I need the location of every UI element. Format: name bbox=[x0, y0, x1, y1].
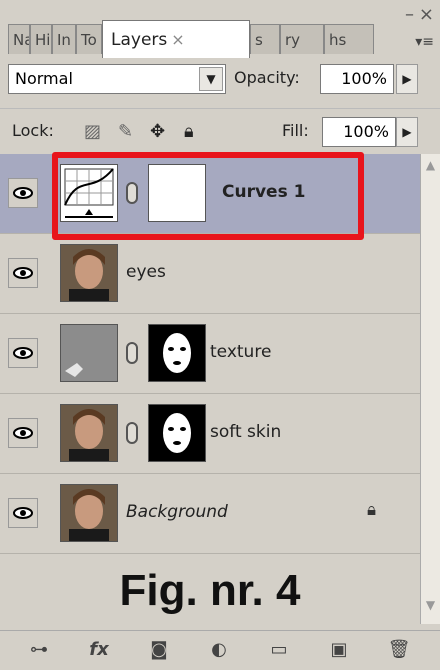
lock-all-icon[interactable]: 🔒︎ bbox=[184, 121, 194, 142]
layer-row-background[interactable]: Background 🔒︎ bbox=[0, 474, 420, 554]
add-mask-icon[interactable]: ◙ bbox=[144, 637, 174, 663]
tab-paths[interactable]: hs bbox=[324, 24, 374, 54]
lock-transparency-icon[interactable]: ▨ bbox=[84, 121, 101, 142]
link-layers-icon[interactable]: ⊶ bbox=[24, 637, 54, 663]
lock-position-icon[interactable]: ✥ bbox=[150, 121, 165, 142]
layer-row-soft-skin[interactable]: soft skin bbox=[0, 394, 420, 474]
scrollbar[interactable]: ▲ ▼ bbox=[420, 154, 440, 624]
lock-label: Lock: bbox=[12, 121, 54, 140]
minimize-icon[interactable]: – bbox=[405, 4, 414, 25]
tab-channels[interactable]: s bbox=[250, 24, 280, 54]
tab-navigator[interactable]: Na bbox=[8, 24, 30, 54]
tab-histogram[interactable]: Hi bbox=[30, 24, 52, 54]
folder-icon[interactable]: ▭ bbox=[264, 637, 294, 663]
photo-thumbnail bbox=[60, 244, 118, 302]
scroll-up-icon[interactable]: ▲ bbox=[421, 158, 440, 180]
scroll-down-icon[interactable]: ▼ bbox=[421, 598, 440, 620]
blend-row: Normal ▼ Opacity: 100% ▶ bbox=[0, 58, 440, 108]
layer-mask-thumbnail[interactable] bbox=[148, 404, 206, 462]
panel-menu-icon[interactable]: ▾≡ bbox=[415, 34, 434, 50]
layer-row-texture[interactable]: texture bbox=[0, 314, 420, 394]
fill-slider-button[interactable]: ▶ bbox=[396, 117, 418, 147]
layers-toolbar: ⊶ fx ◙ ◐ ▭ ▣ 🗑︎ bbox=[0, 630, 440, 670]
fill-field[interactable]: 100% bbox=[322, 117, 396, 147]
eye-icon[interactable] bbox=[8, 498, 38, 528]
adjustment-layer-icon[interactable]: ◐ bbox=[204, 637, 234, 663]
trash-icon[interactable]: 🗑︎ bbox=[384, 637, 414, 663]
photo-thumbnail bbox=[60, 404, 118, 462]
layer-mask-thumbnail[interactable] bbox=[148, 324, 206, 382]
link-chain-icon[interactable] bbox=[126, 342, 138, 364]
texture-thumbnail bbox=[60, 324, 118, 382]
highlight-frame bbox=[52, 152, 364, 240]
link-chain-icon[interactable] bbox=[126, 422, 138, 444]
eye-icon[interactable] bbox=[8, 338, 38, 368]
layer-name[interactable]: soft skin bbox=[210, 422, 281, 442]
layer-name[interactable]: texture bbox=[210, 342, 271, 362]
eye-icon[interactable] bbox=[8, 258, 38, 288]
blend-mode-select[interactable]: Normal ▼ bbox=[8, 64, 226, 94]
fx-icon[interactable]: fx bbox=[84, 637, 114, 663]
eye-icon[interactable] bbox=[8, 178, 38, 208]
lock-row: Lock: ▨ ✎ ✥ 🔒︎ Fill: 100% ▶ bbox=[0, 108, 440, 155]
eye-icon[interactable] bbox=[8, 418, 38, 448]
close-tab-icon[interactable]: × bbox=[171, 30, 184, 49]
tab-tool-presets[interactable]: To bbox=[76, 24, 102, 54]
layers-panel: – × Na Hi In To Layers× s ry hs ▾≡ Norma… bbox=[0, 0, 440, 670]
lock-brush-icon[interactable]: ✎ bbox=[118, 121, 133, 142]
layer-row-eyes[interactable]: eyes bbox=[0, 234, 420, 314]
photo-thumbnail bbox=[60, 484, 118, 542]
opacity-slider-button[interactable]: ▶ bbox=[396, 64, 418, 94]
new-layer-icon[interactable]: ▣ bbox=[324, 637, 354, 663]
tab-layers[interactable]: Layers × bbox=[102, 20, 250, 58]
opacity-field[interactable]: 100% bbox=[320, 64, 394, 94]
opacity-label: Opacity: bbox=[234, 68, 300, 87]
figure-caption: Fig. nr. 4 bbox=[119, 566, 301, 615]
fill-label: Fill: bbox=[282, 121, 309, 140]
chevron-down-icon[interactable]: ▼ bbox=[199, 67, 223, 91]
lock-icon: 🔒︎ bbox=[366, 500, 376, 520]
tab-history[interactable]: ry bbox=[280, 24, 324, 54]
tab-info[interactable]: In bbox=[52, 24, 76, 54]
close-icon[interactable]: × bbox=[419, 4, 434, 25]
panel-tab-bar: – × Na Hi In To Layers× s ry hs ▾≡ bbox=[0, 0, 440, 58]
layer-name[interactable]: Background bbox=[126, 502, 228, 522]
layer-name[interactable]: eyes bbox=[126, 262, 166, 282]
